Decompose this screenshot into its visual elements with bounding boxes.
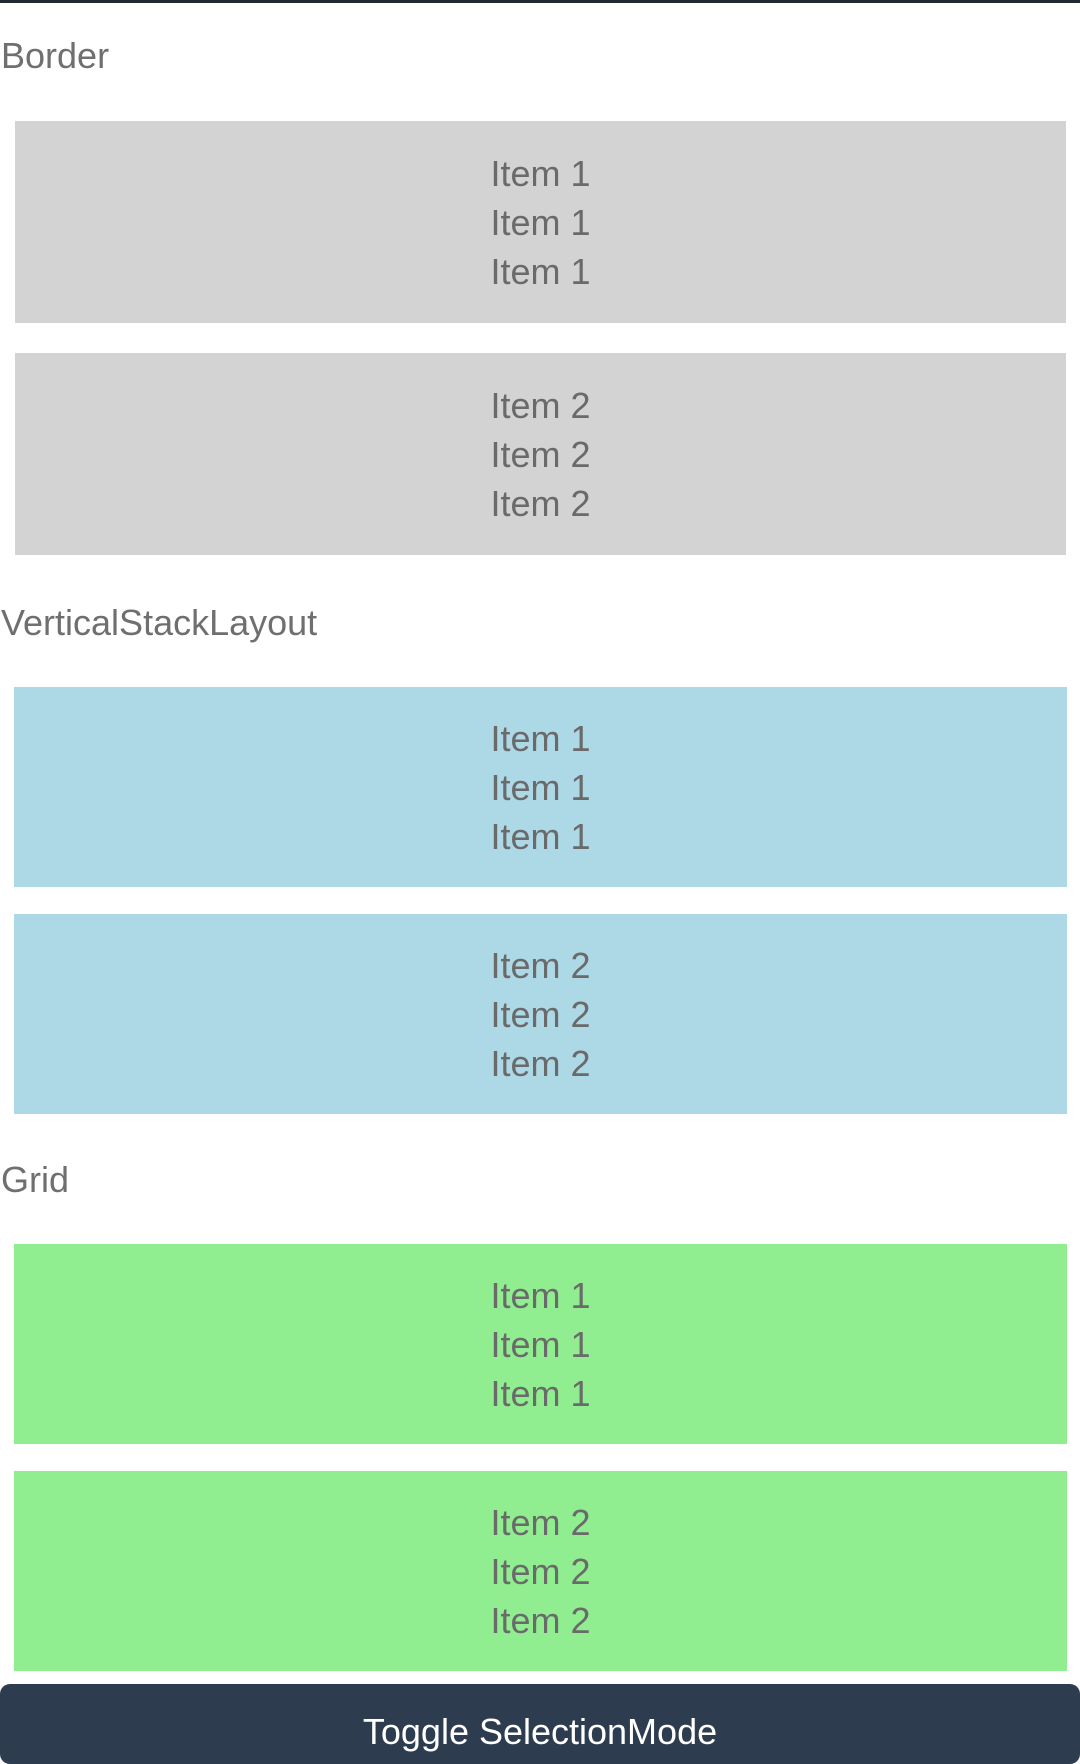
item-text: Item 1 [490,766,591,808]
grid-item-2[interactable]: Item 2 Item 2 Item 2 [14,1471,1067,1671]
item-text: Item 2 [490,1550,591,1592]
item-text: Item 2 [490,384,591,426]
section-title-vertical-stack-layout: VerticalStackLayout [1,602,318,643]
item-text: Item 2 [490,993,591,1035]
item-text: Item 1 [490,1323,591,1365]
border-item-1[interactable]: Item 1 Item 1 Item 1 [15,121,1066,323]
item-text: Item 1 [490,152,591,194]
item-text: Item 1 [490,717,591,759]
grid-item-1[interactable]: Item 1 Item 1 Item 1 [14,1244,1067,1444]
item-text: Item 1 [490,1372,591,1414]
section-title-border: Border [1,35,110,76]
item-text: Item 1 [490,201,591,243]
top-border [0,0,1080,3]
border-item-2[interactable]: Item 2 Item 2 Item 2 [15,353,1066,555]
section-title-grid: Grid [1,1159,70,1200]
item-text: Item 1 [490,250,591,292]
item-text: Item 2 [490,944,591,986]
toggle-selection-mode-button[interactable]: Toggle SelectionMode [0,1684,1080,1764]
item-text: Item 2 [490,1599,591,1641]
item-text: Item 1 [490,815,591,857]
item-text: Item 2 [490,1042,591,1084]
item-text: Item 2 [490,482,591,524]
item-text: Item 1 [490,1274,591,1316]
item-text: Item 2 [490,1501,591,1543]
vertical-stack-item-2[interactable]: Item 2 Item 2 Item 2 [14,914,1067,1114]
vertical-stack-item-1[interactable]: Item 1 Item 1 Item 1 [14,687,1067,887]
item-text: Item 2 [490,433,591,475]
toggle-selection-mode-label: Toggle SelectionMode [362,1711,718,1752]
